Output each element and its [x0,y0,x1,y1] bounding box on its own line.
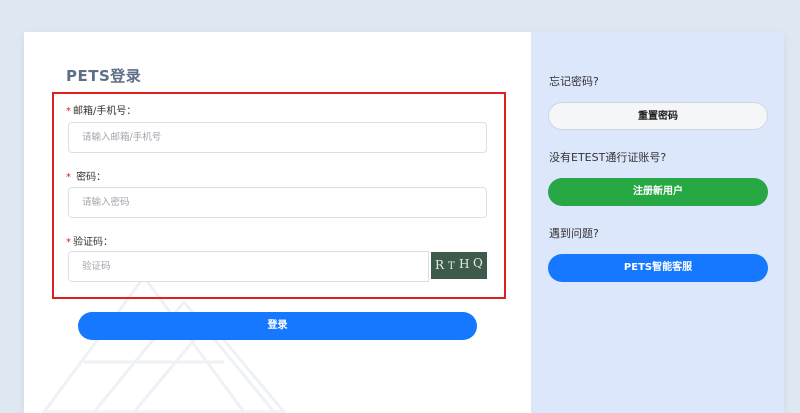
captcha-char: Q [473,256,483,270]
help-sidebar: 忘记密码? 重置密码 没有ETEST通行证账号? 注册新用户 遇到问题? PET… [531,32,784,413]
required-mark: * [66,237,71,248]
email-label: * 邮箱/手机号： [66,102,136,117]
captcha-char: H [459,257,470,271]
no-account-label: 没有ETEST通行证账号? [549,151,667,164]
captcha-char: T [448,261,455,272]
password-label: * 密码： [66,168,106,183]
forgot-password-label: 忘记密码? [549,75,599,88]
captcha-field[interactable]: 验证码 [68,251,429,282]
password-label-text: 密码： [73,172,107,183]
page-title: PETS登录 [66,67,142,85]
register-button[interactable]: 注册新用户 [548,178,768,206]
captcha-label-text: 验证码： [73,237,113,248]
login-button[interactable]: 登录 [78,312,477,340]
login-card: PETS登录 * 邮箱/手机号： 请输入邮箱/手机号 * 密码： 请输入密码 * 验… [24,32,784,413]
help-label: 遇到问题? [549,227,599,240]
required-mark: * [66,172,71,183]
password-field[interactable]: 请输入密码 [68,187,487,218]
reset-password-button[interactable]: 重置密码 [548,102,768,130]
captcha-image[interactable]: R T H Q [431,252,487,279]
email-field[interactable]: 请输入邮箱/手机号 [68,122,487,153]
required-mark: * [66,106,71,117]
email-label-text: 邮箱/手机号： [73,106,137,117]
captcha-char: R [435,258,445,272]
customer-service-button[interactable]: PETS智能客服 [548,254,768,282]
login-panel: PETS登录 * 邮箱/手机号： 请输入邮箱/手机号 * 密码： 请输入密码 * 验… [24,32,531,413]
captcha-label: * 验证码： [66,233,113,248]
